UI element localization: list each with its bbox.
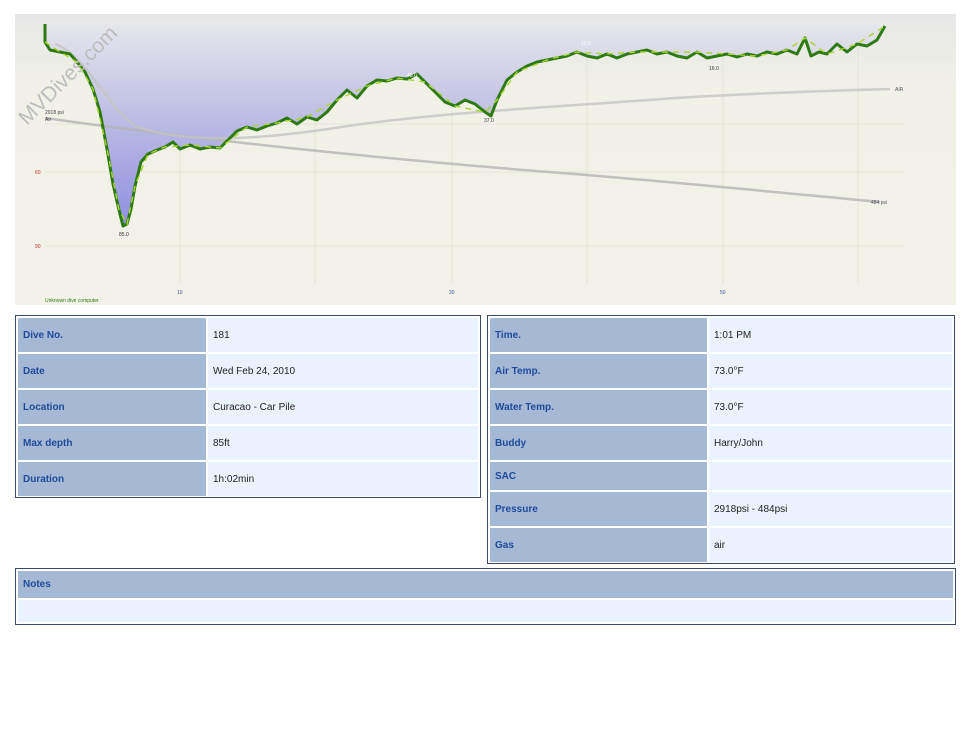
air-label: Air <box>45 117 51 123</box>
depth-marker: 12.0 <box>581 41 591 47</box>
row-pressure: Pressure 2918psi - 484psi <box>490 492 952 526</box>
value-sac <box>709 462 952 490</box>
row-water-temp: Water Temp. 73.0°F <box>490 390 952 424</box>
notes-body <box>18 600 953 622</box>
y-tick-90: 90 <box>35 244 41 250</box>
x-tick-10: 10 <box>177 290 183 296</box>
row-max-depth: Max depth 85ft <box>18 426 478 460</box>
depth-marker: 37.0 <box>484 118 494 124</box>
value-air-temp: 73.0°F <box>709 354 952 388</box>
row-air-temp: Air Temp. 73.0°F <box>490 354 952 388</box>
x-tick-30: 30 <box>449 290 455 296</box>
label-buddy: Buddy <box>490 426 707 460</box>
row-dive-no: Dive No. 181 <box>18 318 478 352</box>
value-buddy: Harry/John <box>709 426 952 460</box>
label-duration: Duration <box>18 462 206 496</box>
label-air-temp: Air Temp. <box>490 354 707 388</box>
computer-label: Unknown dive computer <box>45 298 99 304</box>
label-water-temp: Water Temp. <box>490 390 707 424</box>
notes-header: Notes <box>18 571 953 598</box>
air-curve-label: AIR <box>895 87 904 93</box>
value-duration: 1h:02min <box>208 462 478 496</box>
row-buddy: Buddy Harry/John <box>490 426 952 460</box>
label-location: Location <box>18 390 206 424</box>
y-tick-60: 60 <box>35 170 41 176</box>
row-date: Date Wed Feb 24, 2010 <box>18 354 478 388</box>
row-duration: Duration 1h:02min <box>18 462 478 496</box>
row-time: Time. 1:01 PM <box>490 318 952 352</box>
label-dive-no: Dive No. <box>18 318 206 352</box>
value-water-temp: 73.0°F <box>709 390 952 424</box>
depth-marker: 48.0 <box>407 73 417 79</box>
row-sac: SAC <box>490 462 952 490</box>
value-gas: air <box>709 528 952 562</box>
row-gas: Gas air <box>490 528 952 562</box>
label-time: Time. <box>490 318 707 352</box>
label-max-depth: Max depth <box>18 426 206 460</box>
value-location: Curacao - Car Pile <box>208 390 478 424</box>
value-time: 1:01 PM <box>709 318 952 352</box>
max-depth-marker: 85.0 <box>119 232 129 238</box>
row-location: Location Curacao - Car Pile <box>18 390 478 424</box>
label-pressure: Pressure <box>490 492 707 526</box>
x-tick-50: 50 <box>720 290 726 296</box>
dive-profile-graph: MVDives.com 2918 psi Air AIR 484 psi 60 … <box>15 14 956 305</box>
dive-conditions-table: Time. 1:01 PM Air Temp. 73.0°F Water Tem… <box>487 315 955 564</box>
value-date: Wed Feb 24, 2010 <box>208 354 478 388</box>
label-date: Date <box>18 354 206 388</box>
notes-section: Notes <box>15 568 956 625</box>
label-gas: Gas <box>490 528 707 562</box>
value-max-depth: 85ft <box>208 426 478 460</box>
depth-marker: 16.0 <box>709 66 719 72</box>
value-dive-no: 181 <box>208 318 478 352</box>
value-pressure: 2918psi - 484psi <box>709 492 952 526</box>
label-sac: SAC <box>490 462 707 490</box>
dive-info-table: Dive No. 181 Date Wed Feb 24, 2010 Locat… <box>15 315 481 498</box>
end-pressure-label: 484 psi <box>871 200 887 206</box>
start-pressure-label: 2918 psi <box>45 110 64 116</box>
